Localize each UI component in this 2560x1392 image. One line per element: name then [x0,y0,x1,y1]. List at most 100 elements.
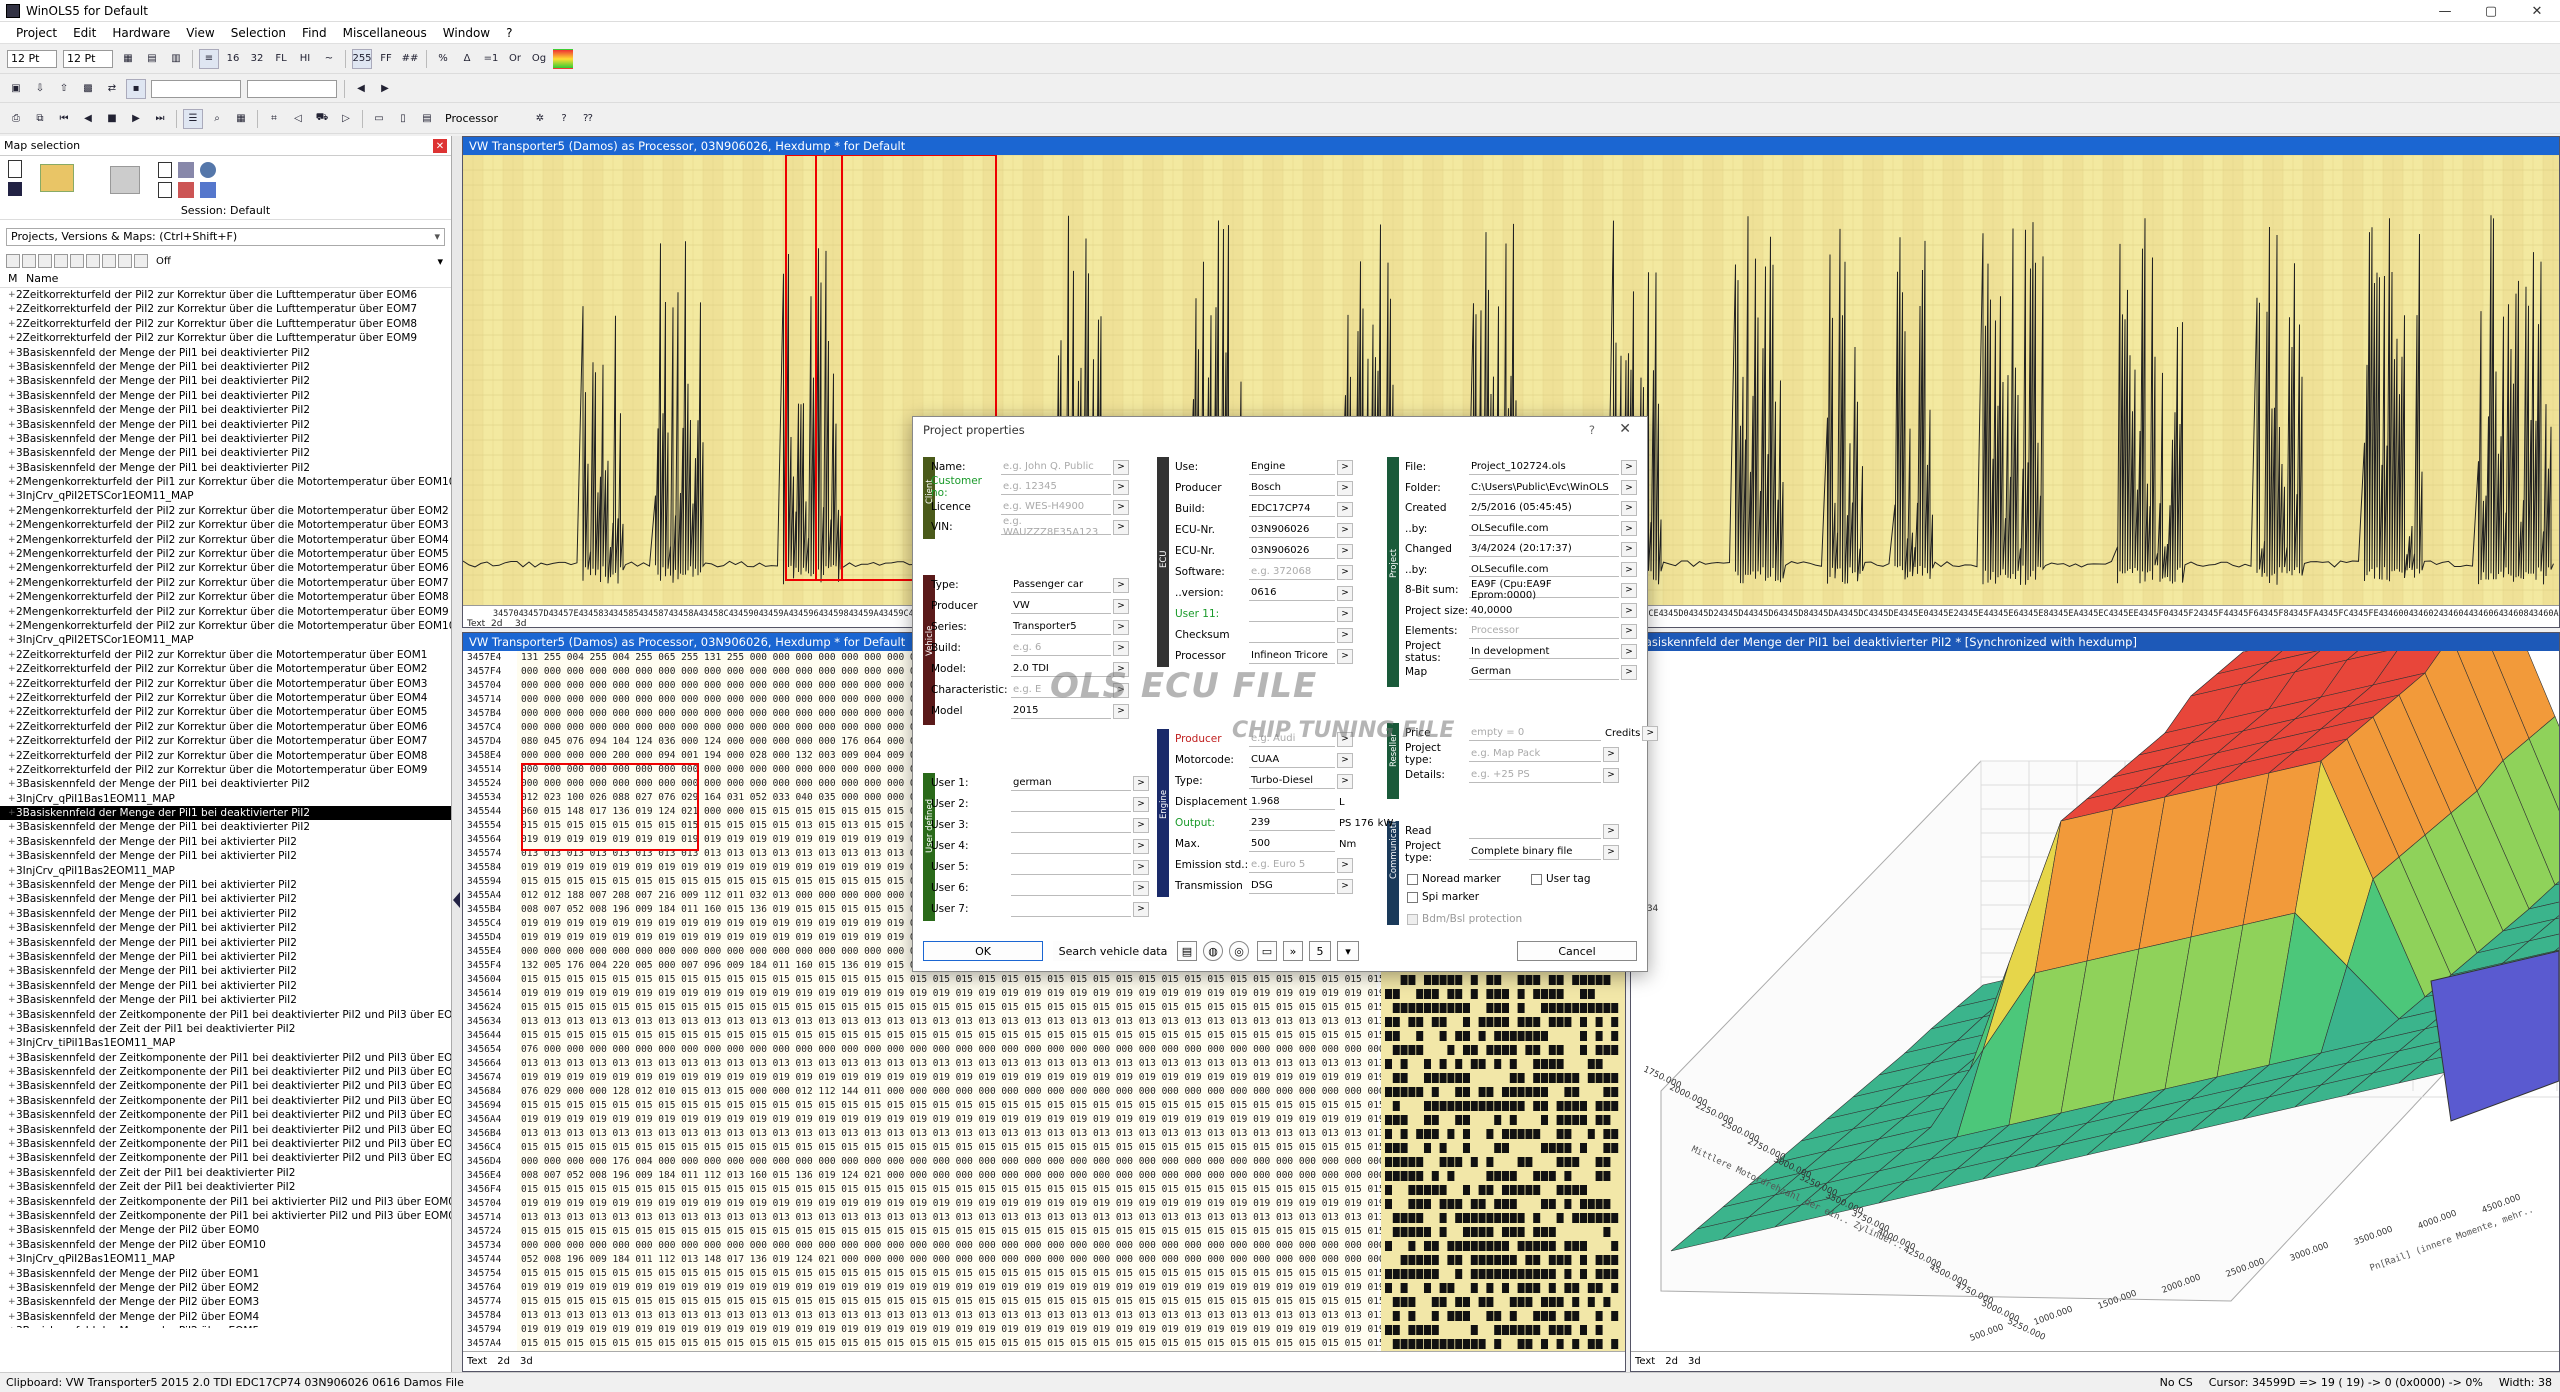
hex-row[interactable]: 015 015 015 015 015 015 015 015 015 015 … [517,1183,1430,1197]
context-help-icon[interactable]: ⁇ [578,109,598,129]
project-field-button[interactable]: > [1621,562,1637,577]
hex-row[interactable]: 019 019 019 019 019 019 019 019 019 019 … [517,1071,1430,1085]
hex-row[interactable]: 015 015 015 015 015 015 015 015 015 015 … [517,1029,1430,1043]
vehicle-field-input[interactable]: e.g. 6 [1011,640,1111,656]
list-item[interactable]: 2Mengenkorrekturfeld der PiI2 zur Korrek… [0,547,451,562]
panel-close-icon[interactable]: ✕ [433,139,447,153]
list-item[interactable]: 3Basiskennfeld der Menge der PiI1 bei de… [0,360,451,375]
doc-icon[interactable] [158,162,172,178]
engine-field-input[interactable]: e.g. Euro 5 [1249,857,1335,873]
ecu-field-button[interactable]: > [1337,543,1353,559]
orig2-icon[interactable]: Og [529,49,549,69]
reseller-field-input[interactable]: e.g. +25 PS [1469,767,1601,783]
hex-row[interactable]: 008 007 052 008 196 009 184 011 112 013 … [517,1169,1430,1183]
list-item[interactable]: 3Basiskennfeld der Menge der PiI1 bei ak… [0,835,451,850]
user-field-input[interactable] [1011,880,1131,896]
list-item[interactable]: 2Zeitkorrekturfeld der PiI2 zur Korrektu… [0,288,451,303]
project-field-input[interactable]: German [1469,664,1619,680]
client-field-input[interactable]: e.g. WAUZZZ8E35A123 [1001,516,1111,538]
reseller-field-input[interactable]: e.g. Map Pack [1469,746,1601,762]
hex-row[interactable]: 000 000 000 000 176 004 000 000 000 000 … [517,1155,1430,1169]
ecu-field-input[interactable]: 03N906026 [1249,522,1335,538]
panel-splitter[interactable] [452,136,462,1372]
filter-icon-1[interactable] [6,254,20,268]
project-field-button[interactable]: > [1621,582,1637,598]
sheet-icon[interactable]: ▤ [417,109,437,129]
dialog-help-icon[interactable]: ? [1589,423,1595,437]
engine-field-button[interactable]: > [1337,752,1353,768]
first-icon[interactable]: ⏮ [54,109,74,129]
pages-icon[interactable] [110,166,140,194]
vehicle-field-input[interactable]: Passenger car [1011,577,1111,593]
ecu-field-button[interactable]: > [1337,522,1353,538]
hex-row[interactable]: 013 013 013 013 013 013 013 013 013 013 … [517,1211,1430,1225]
hex-row[interactable]: 015 015 015 015 015 015 015 015 015 015 … [517,1337,1430,1351]
reseller-field-button[interactable]: > [1642,725,1659,741]
engine-field-input[interactable]: 1.968 [1249,794,1335,810]
list-item[interactable]: 3Basiskennfeld der Menge der PiI2 über E… [0,1310,451,1325]
list-item[interactable]: 3Basiskennfeld der Menge der PiI1 bei de… [0,461,451,476]
collapse-arrow-icon[interactable] [453,892,460,908]
wave-icon[interactable]: ~ [319,49,339,69]
filter-icon-2[interactable] [22,254,36,268]
list-item[interactable]: 3InjCrv_qPiI2Bas1EOM11_MAP [0,1252,451,1267]
vehicle-field-input[interactable]: VW [1011,598,1111,614]
hex-icon[interactable]: HI [295,49,315,69]
list-item[interactable]: 2Zeitkorrekturfeld der PiI2 zur Korrektu… [0,749,451,764]
save-icon[interactable] [8,182,22,196]
ecu-field-input[interactable]: 03N906026 [1249,543,1335,559]
ecu-field-button[interactable]: > [1337,480,1353,496]
vehicle-db-icon[interactable]: ▤ [1177,941,1197,961]
list-item[interactable]: 2Mengenkorrekturfeld der PiI1 zur Korrek… [0,475,451,490]
menu-selection[interactable]: Selection [223,26,294,40]
hex-row[interactable]: 019 019 019 019 019 019 019 019 019 019 … [517,1281,1430,1295]
list-item[interactable]: 3Basiskennfeld der Zeitkomponente der Pi… [0,1123,451,1138]
list-item[interactable]: 3Basiskennfeld der Menge der PiI1 bei de… [0,346,451,361]
ecu-field-button[interactable]: > [1337,585,1353,601]
client-field-button[interactable]: > [1113,459,1129,475]
engine-field-input[interactable]: DSG [1249,878,1335,894]
project-field-button[interactable]: > [1621,480,1637,495]
hex-row[interactable]: 015 015 015 015 015 015 015 015 015 015 … [517,1267,1430,1281]
project-field-input[interactable]: 2/5/2016 (05:45:45) [1469,500,1619,516]
list-item[interactable]: 3Basiskennfeld der Menge der PiI1 bei ak… [0,993,451,1008]
tab-text[interactable]: Text [467,1356,487,1367]
list-item[interactable]: 3Basiskennfeld der Menge der PiI2 über E… [0,1238,451,1253]
select-field-1[interactable] [151,79,241,98]
ecu-field-input[interactable]: Engine [1249,459,1335,475]
ecu-field-button[interactable]: > [1337,606,1353,622]
grid-icon[interactable]: ▦ [118,49,138,69]
list-item[interactable]: 3Basiskennfeld der Menge der PiI1 bei de… [0,777,451,792]
project-field-button[interactable]: > [1621,521,1637,536]
project-field-button[interactable]: > [1621,644,1637,659]
table-icon[interactable]: ▤ [142,49,162,69]
hex-row[interactable]: 015 015 015 015 015 015 015 015 015 015 … [517,1001,1430,1015]
chart-icon[interactable]: ⌗ [264,109,284,129]
list-item[interactable]: 3Basiskennfeld der Menge der PiI1 bei ak… [0,921,451,936]
list-item[interactable]: 3Basiskennfeld der Menge der PiI1 bei ak… [0,907,451,922]
search-vehicle-button[interactable]: Search vehicle data [1053,941,1173,961]
project-field-button[interactable]: > [1621,541,1637,557]
list-item[interactable]: 3Basiskennfeld der Menge der PiI2 über E… [0,1295,451,1310]
connect-icon[interactable]: ⇄ [102,79,122,99]
filter-icon-4[interactable] [54,254,68,268]
projects-search-combo[interactable]: Projects, Versions & Maps: (Ctrl+Shift+F… [6,228,445,246]
export-icon[interactable]: ⇧ [54,79,74,99]
ecu-field-input[interactable] [1249,627,1335,643]
bdm-checkbox[interactable]: Bdm/Bsl protection [1407,913,1522,925]
list-item[interactable]: 3Basiskennfeld der Menge der PiI1 bei de… [0,389,451,404]
list-item[interactable]: 3Basiskennfeld der Zeitkomponente der Pi… [0,1079,451,1094]
compare-icon[interactable]: ▯ [393,109,413,129]
menu-hardware[interactable]: Hardware [104,26,178,40]
tab-text-3d[interactable]: Text [1635,1356,1655,1367]
hex-row[interactable]: 013 013 013 013 013 013 013 013 013 013 … [517,1127,1430,1141]
engine-field-input[interactable]: Turbo-Diesel [1249,773,1335,789]
dec-255-icon[interactable]: 255 [352,48,372,69]
comm-field-button[interactable]: > [1603,823,1619,839]
delta-icon[interactable]: Δ [457,49,477,69]
list-item[interactable]: 3Basiskennfeld der Zeit der PiI1 bei dea… [0,1022,451,1037]
tag-icon[interactable] [178,182,194,198]
list-item[interactable]: 2Mengenkorrekturfeld der PiI2 zur Korrek… [0,533,451,548]
hex-row[interactable]: 015 015 015 015 015 015 015 015 015 015 … [517,973,1430,987]
color-wheel-icon[interactable]: ◎ [1229,941,1249,961]
